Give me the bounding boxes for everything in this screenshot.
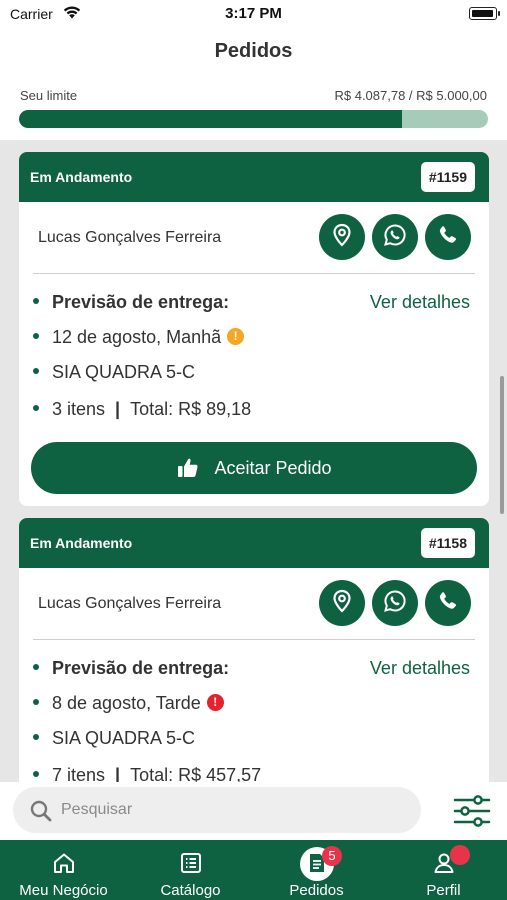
bullet-icon (33, 699, 39, 706)
delivery-date-item: 12 de agosto, Manhã! (33, 327, 245, 348)
order-card-header: Em Andamento #1159 (19, 152, 489, 202)
address-item: SIA QUADRA 5-C (33, 728, 195, 749)
tab-pedidos[interactable]: 5 Pedidos (253, 840, 380, 900)
address-item: SIA QUADRA 5-C (33, 362, 195, 383)
view-details-link[interactable]: Ver detalhes (370, 292, 470, 313)
order-card-header: Em Andamento #1158 (19, 518, 489, 568)
delivery-date: 8 de agosto, Tarde (52, 693, 201, 713)
divider (33, 639, 475, 640)
clock: 3:17 PM (225, 5, 282, 22)
summary-item: 7 itens | Total: R$ 457,57 (33, 765, 261, 782)
limit-label: Seu limite (20, 88, 78, 103)
limit-progress-fill (19, 110, 403, 128)
warning-icon: ! (206, 693, 224, 711)
battery-icon (469, 7, 500, 20)
scrollbar[interactable] (500, 376, 504, 514)
search-field[interactable] (13, 787, 421, 833)
tab-catalogo[interactable]: Catálogo (127, 840, 254, 900)
phone-button[interactable] (425, 214, 471, 260)
filter-button[interactable] (452, 794, 492, 828)
bullet-icon (33, 333, 39, 340)
bullet-icon (33, 298, 39, 305)
phone-icon (437, 224, 459, 251)
order-status: Em Andamento (30, 535, 133, 551)
separator: | (115, 399, 121, 419)
bullet-icon (33, 405, 39, 412)
order-card: Em Andamento #1158 Lucas Gonçalves Ferre… (19, 518, 489, 782)
location-pin-icon (331, 589, 353, 618)
orders-badge: 5 (322, 846, 342, 866)
limit-progress-bar (19, 110, 488, 128)
order-id-badge: #1159 (420, 162, 475, 192)
accept-order-button[interactable]: Aceitar Pedido (31, 442, 477, 494)
tab-perfil[interactable]: Perfil (380, 840, 507, 900)
location-button[interactable] (319, 580, 365, 626)
delivery-label-item: Previsão de entrega: (33, 658, 229, 679)
delivery-label: Previsão de entrega: (52, 292, 230, 312)
status-bar: Carrier 3:17 PM (0, 0, 507, 30)
customer-name: Lucas Gonçalves Ferreira (38, 595, 222, 612)
filter-sliders-icon (452, 795, 492, 832)
delivery-date-item: 8 de agosto, Tarde! (33, 693, 224, 714)
bullet-icon (33, 734, 39, 741)
order-status: Em Andamento (30, 169, 133, 185)
delivery-address: SIA QUADRA 5-C (52, 728, 196, 748)
summary-item: 3 itens | Total: R$ 89,18 (33, 399, 251, 420)
phone-button[interactable] (425, 580, 471, 626)
delivery-address: SIA QUADRA 5-C (52, 362, 196, 382)
delivery-date: 12 de agosto, Manhã (52, 327, 222, 347)
orders-list[interactable]: Em Andamento #1159 Lucas Gonçalves Ferre… (0, 140, 507, 782)
separator: | (115, 765, 121, 782)
item-count: 7 itens (52, 765, 106, 782)
order-card: Em Andamento #1159 Lucas Gonçalves Ferre… (19, 152, 489, 506)
tab-label: Pedidos (289, 882, 344, 899)
divider (33, 273, 475, 274)
location-button[interactable] (319, 214, 365, 260)
phone-icon (437, 590, 459, 617)
tab-bar: Meu Negócio Catálogo 5 Pedidos Perfil (0, 840, 507, 900)
catalog-icon (180, 852, 202, 879)
tab-meu-negocio[interactable]: Meu Negócio (0, 840, 127, 900)
location-pin-icon (331, 223, 353, 252)
tab-label: Catálogo (160, 882, 221, 899)
view-details-link[interactable]: Ver detalhes (370, 658, 470, 679)
order-id-badge: #1158 (420, 528, 475, 558)
whatsapp-button[interactable] (372, 580, 418, 626)
search-bar (0, 782, 507, 840)
search-icon (29, 799, 53, 828)
notification-dot (450, 845, 470, 865)
tab-label: Meu Negócio (19, 882, 108, 899)
whatsapp-icon (383, 223, 407, 252)
customer-row: Lucas Gonçalves Ferreira (19, 568, 489, 640)
limit-value: R$ 4.087,78 / R$ 5.000,00 (334, 88, 487, 103)
whatsapp-button[interactable] (372, 214, 418, 260)
order-total: Total: R$ 457,57 (130, 765, 262, 782)
customer-name: Lucas Gonçalves Ferreira (38, 229, 222, 246)
delivery-label: Previsão de entrega: (52, 658, 230, 678)
customer-row: Lucas Gonçalves Ferreira (19, 202, 489, 274)
warning-icon: ! (227, 327, 245, 345)
bullet-icon (33, 664, 39, 671)
tab-label: Perfil (426, 882, 461, 899)
bullet-icon (33, 368, 39, 375)
accept-order-label: Aceitar Pedido (214, 457, 332, 478)
whatsapp-icon (383, 589, 407, 618)
home-icon (52, 852, 76, 879)
thumbs-up-icon (176, 456, 200, 480)
item-count: 3 itens (52, 399, 106, 419)
page-title: Pedidos (214, 40, 293, 62)
search-input[interactable] (61, 787, 401, 833)
order-total: Total: R$ 89,18 (130, 399, 252, 419)
delivery-label-item: Previsão de entrega: (33, 292, 229, 313)
bullet-icon (33, 771, 39, 778)
